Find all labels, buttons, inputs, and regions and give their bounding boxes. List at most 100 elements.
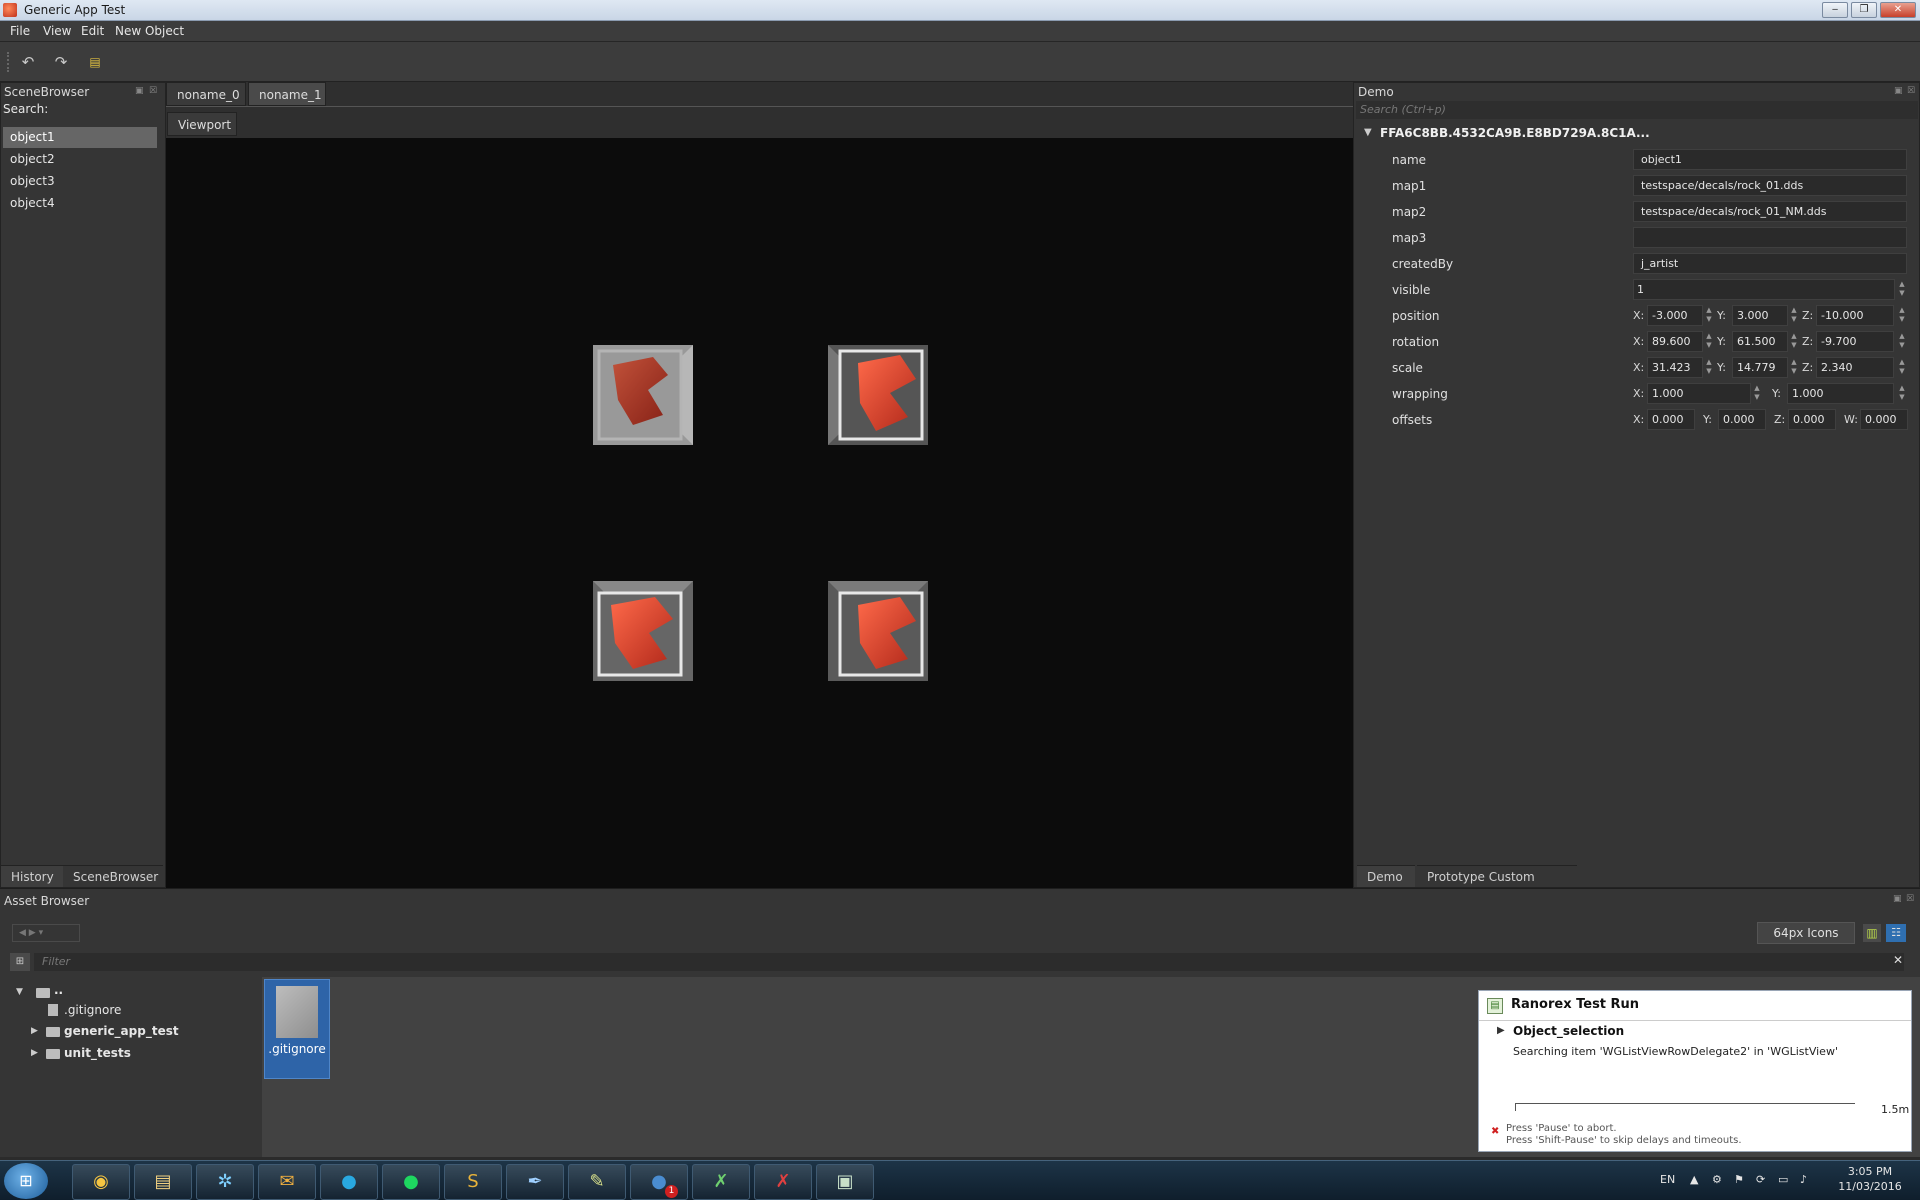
search-input[interactable] <box>43 102 161 118</box>
menu-edit[interactable]: Edit <box>81 24 104 38</box>
show-hidden-icons[interactable]: ▲ <box>1690 1173 1698 1186</box>
prop-map1-field[interactable]: testspace/decals/rock_01.dds <box>1633 175 1907 196</box>
skype-icon[interactable]: ● <box>320 1164 378 1200</box>
menu-new-object[interactable]: New Object <box>115 24 184 38</box>
position-y-input[interactable]: 3.000 <box>1732 305 1788 326</box>
tab-scenebrowser[interactable]: SceneBrowser <box>63 865 163 887</box>
visible-spin-arrows[interactable]: ▲ ▼ <box>1897 280 1907 298</box>
3d-viewport[interactable] <box>166 138 1353 888</box>
offsets-x-input[interactable]: 0.000 <box>1647 409 1695 430</box>
spin-arrows[interactable]: ▲ ▼ <box>1704 332 1714 350</box>
spin-arrows[interactable]: ▲ ▼ <box>1704 306 1714 324</box>
feather-app-icon[interactable]: ✒ <box>506 1164 564 1200</box>
spin-arrows[interactable]: ▲ ▼ <box>1897 332 1907 350</box>
float-icon[interactable]: ▣ <box>1893 894 1902 904</box>
flag-icon[interactable]: ⚑ <box>1734 1173 1744 1186</box>
prop-createdby-field[interactable]: j_artist <box>1633 253 1907 274</box>
tree-item-generic-app-test[interactable]: generic_app_test <box>64 1024 179 1038</box>
spin-arrows[interactable]: ▲ ▼ <box>1897 358 1907 376</box>
paste-icon[interactable]: ▤ <box>85 52 105 72</box>
icon-size-dropdown[interactable]: 64px Icons <box>1757 922 1855 944</box>
wrapping-x-input[interactable]: 1.000 <box>1647 383 1751 404</box>
undo-icon[interactable]: ↶ <box>18 52 38 72</box>
spotify-icon[interactable]: ● <box>382 1164 440 1200</box>
prop-map3-field[interactable] <box>1633 227 1907 248</box>
slack-icon[interactable]: S <box>444 1164 502 1200</box>
offsets-y-input[interactable]: 0.000 <box>1718 409 1766 430</box>
clear-filter-icon[interactable]: ✕ <box>1893 953 1903 967</box>
chrome-icon[interactable]: ◉ <box>72 1164 130 1200</box>
spin-arrows[interactable]: ▲ ▼ <box>1789 306 1799 324</box>
prop-name-field[interactable]: object1 <box>1633 149 1907 170</box>
menu-view[interactable]: View <box>43 24 71 38</box>
close-button[interactable]: ✕ <box>1880 2 1916 18</box>
scale-z-input[interactable]: 2.340 <box>1816 357 1894 378</box>
spin-arrows[interactable]: ▲ ▼ <box>1704 358 1714 376</box>
rotation-z-input[interactable]: -9.700 <box>1816 331 1894 352</box>
ranorex-app-icon[interactable]: ● 1 <box>630 1164 688 1200</box>
tab-noname-0[interactable]: noname_0 <box>166 82 246 106</box>
language-indicator[interactable]: EN <box>1660 1173 1675 1186</box>
collapse-arrow-icon[interactable]: ▼ <box>1364 127 1372 138</box>
wrapping-y-input[interactable]: 1.000 <box>1787 383 1894 404</box>
tree-item-unit-tests[interactable]: unit_tests <box>64 1046 131 1060</box>
nav-buttons[interactable]: ◀ ▶ ▾ <box>12 924 80 942</box>
scale-y-input[interactable]: 14.779 <box>1732 357 1788 378</box>
network-icon[interactable]: ⚙ <box>1712 1173 1722 1186</box>
tab-noname-1[interactable]: noname_1 <box>248 82 326 106</box>
offsets-z-input[interactable]: 0.000 <box>1788 409 1836 430</box>
prop-map2-field[interactable]: testspace/decals/rock_01_NM.dds <box>1633 201 1907 222</box>
filter-input[interactable]: Filter <box>34 953 1904 971</box>
tools-app-icon[interactable]: ✗ <box>692 1164 750 1200</box>
expand-arrow-icon[interactable]: ▶ <box>31 1026 38 1036</box>
spin-arrows[interactable]: ▲ ▼ <box>1789 358 1799 376</box>
property-search-input[interactable]: Search (Ctrl+p) <box>1356 101 1918 119</box>
scale-x-input[interactable]: 31.423 <box>1647 357 1703 378</box>
outlook-icon[interactable]: ✉ <box>258 1164 316 1200</box>
scene-item-object4[interactable]: object4 <box>3 193 157 214</box>
tab-prototype-custom-panel[interactable]: Prototype Custom Panel <box>1417 865 1577 906</box>
expand-arrow-icon[interactable]: ▶ <box>31 1048 38 1058</box>
tab-demo[interactable]: Demo <box>1357 865 1415 887</box>
spin-arrows[interactable]: ▲ ▼ <box>1752 384 1762 402</box>
volume-icon[interactable]: ♪ <box>1800 1173 1807 1186</box>
offsets-w-input[interactable]: 0.000 <box>1860 409 1908 430</box>
position-z-input[interactable]: -10.000 <box>1816 305 1894 326</box>
menu-file[interactable]: File <box>10 24 30 38</box>
minimize-button[interactable]: ‒ <box>1822 2 1848 18</box>
prop-visible-spinbox[interactable]: 1 <box>1633 279 1895 300</box>
spin-arrows[interactable]: ▲ ▼ <box>1897 384 1907 402</box>
spin-arrows[interactable]: ▲ ▼ <box>1789 332 1799 350</box>
generic-app-icon[interactable]: ✗ <box>754 1164 812 1200</box>
clock-time[interactable]: 3:05 PM <box>1840 1165 1900 1178</box>
tree-item-gitignore[interactable]: .gitignore <box>64 1003 121 1017</box>
toolbar-grip[interactable] <box>7 52 11 72</box>
clock-date[interactable]: 11/03/2016 <box>1834 1180 1906 1193</box>
tree-item-parent[interactable]: .. <box>54 983 63 997</box>
file-tile-gitignore[interactable]: .gitignore <box>264 979 330 1079</box>
notepad-icon[interactable]: ✎ <box>568 1164 626 1200</box>
grid-view-icon[interactable]: ▥ <box>1863 924 1881 942</box>
sync-icon[interactable]: ⟳ <box>1756 1173 1765 1186</box>
scene-item-object2[interactable]: object2 <box>3 149 157 170</box>
rotation-x-input[interactable]: 89.600 <box>1647 331 1703 352</box>
position-x-input[interactable]: -3.000 <box>1647 305 1703 326</box>
sourcetree-icon[interactable]: ✲ <box>196 1164 254 1200</box>
expand-arrow-icon[interactable]: ▼ <box>16 987 23 997</box>
close-panel-icon[interactable]: ☒ <box>1906 894 1914 904</box>
float-icon[interactable]: ▣ <box>135 86 144 96</box>
close-panel-icon[interactable]: ☒ <box>149 86 157 96</box>
redo-icon[interactable]: ↷ <box>51 52 71 72</box>
filter-options-icon[interactable]: ⊞ <box>10 953 30 971</box>
scene-item-object3[interactable]: object3 <box>3 171 157 192</box>
scene-item-object1[interactable]: object1 <box>3 127 157 148</box>
file-explorer-icon[interactable]: ▤ <box>134 1164 192 1200</box>
tab-history[interactable]: History <box>1 865 63 887</box>
tab-viewport[interactable]: Viewport <box>167 112 237 136</box>
rotation-y-input[interactable]: 61.500 <box>1732 331 1788 352</box>
start-button[interactable]: ⊞ <box>4 1163 48 1199</box>
monitor-icon[interactable]: ▭ <box>1778 1173 1788 1186</box>
close-panel-icon[interactable]: ☒ <box>1907 86 1915 96</box>
restore-button[interactable]: ❐ <box>1851 2 1877 18</box>
float-icon[interactable]: ▣ <box>1894 86 1903 96</box>
